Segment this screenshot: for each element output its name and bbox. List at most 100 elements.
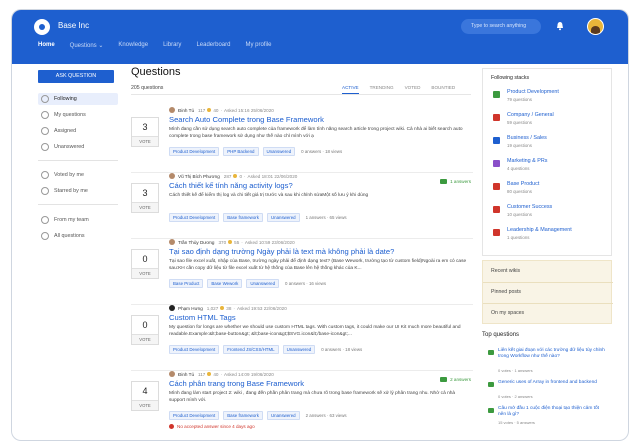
top-question-title[interactable]: Generic uses of Array in frontend and ba… <box>498 380 606 386</box>
question-title[interactable]: Cách phân trang trong Base Framework <box>169 379 304 388</box>
tag-row: Product Development PHP Backend Unanswer… <box>169 147 342 156</box>
tag[interactable]: Unanswered <box>282 345 316 354</box>
author-score: 117 <box>198 107 206 113</box>
tag[interactable]: Base Wework <box>207 279 243 288</box>
user-avatar[interactable] <box>587 18 604 35</box>
top-question-title[interactable]: Câu mở đầu 1 cuộc điện thoại tạo thiện c… <box>498 406 606 418</box>
nav-leaderboard[interactable]: Leaderboard <box>196 42 230 56</box>
sidebar-item-all-questions[interactable]: All questions <box>38 230 118 242</box>
sidebar-item-from-my-team[interactable]: From my team <box>38 214 118 226</box>
stack-item[interactable]: Company / General 59 questions <box>491 112 609 134</box>
tag[interactable]: Unanswered <box>262 147 296 156</box>
business-sales-icon <box>493 137 500 144</box>
vote-box[interactable]: 4 VOTE <box>131 381 159 411</box>
sidebar-item-my-questions[interactable]: My questions <box>38 109 118 121</box>
ask-question-button[interactable]: ASK QUESTION <box>38 70 114 83</box>
stack-name: Company / General <box>507 112 554 118</box>
answer-bubble-icon <box>440 179 448 184</box>
sidebar-item-voted-by-me[interactable]: Voted by me <box>38 169 118 181</box>
author-name[interactable]: Đinh Tú <box>178 372 194 377</box>
nav-library[interactable]: Library <box>163 42 181 56</box>
author-score: 370 <box>218 239 227 245</box>
tag[interactable]: Product Development <box>169 345 220 354</box>
sidebar-item-assigned[interactable]: Assigned <box>38 125 118 137</box>
stack-item[interactable]: Leadership & Management 1 questions <box>491 227 609 249</box>
badge-count: 40 <box>213 371 219 377</box>
answered-count: 1 answers <box>450 179 471 184</box>
author-name[interactable]: Phạm Hưng <box>178 306 203 311</box>
question-excerpt: Cách thiết kế để kiểm thị log và chi tiế… <box>169 193 369 198</box>
answer-bubble-icon <box>440 377 448 382</box>
tag[interactable]: Base framework <box>223 411 263 420</box>
tab-bountied[interactable]: BOUNTIED <box>431 85 455 94</box>
vote-box[interactable]: 3 VOTE <box>131 183 159 213</box>
stack-item[interactable]: Customer Success 10 questions <box>491 204 609 226</box>
vote-box[interactable]: 0 VOTE <box>131 315 159 345</box>
author-name[interactable]: Vũ Thị Bích Phương <box>178 174 220 179</box>
nav-my-profile[interactable]: My profile <box>245 42 271 56</box>
question-title[interactable]: Cách thiết kế tính năng activity logs? <box>169 181 293 190</box>
top-question-title[interactable]: Liên kết giai đoạn với các trường dữ liệ… <box>498 348 606 360</box>
author-name[interactable]: Trần Thùy Dương <box>178 240 214 245</box>
stack-item[interactable]: Product Development 79 questions <box>491 89 609 111</box>
stack-item[interactable]: Business / Sales 19 questions <box>491 135 609 157</box>
tag-row: Product Development Frontend JS/CSS/HTML… <box>169 345 362 354</box>
link-recent-wikis[interactable]: Recent wikis <box>491 268 520 274</box>
tag[interactable]: Unanswered <box>266 213 300 222</box>
nav-questions[interactable]: Questions ⌄ <box>70 42 104 56</box>
stack-count: 19 questions <box>507 143 532 148</box>
search-input[interactable] <box>461 19 541 34</box>
stack-count: 1 questions <box>507 235 530 240</box>
vote-box[interactable]: 3 VOTE <box>131 117 159 147</box>
author-name[interactable]: Đinh Tú <box>178 108 194 113</box>
tag[interactable]: Frontend JS/CSS/HTML <box>223 345 279 354</box>
tag-row: Product Development Base framework Unans… <box>169 213 347 222</box>
tag[interactable]: Product Development <box>169 147 220 156</box>
question-count: 205 questions <box>131 85 164 91</box>
nav-home[interactable]: Home <box>38 42 55 56</box>
sidebar-item-starred-by-me[interactable]: Starred by me <box>38 185 118 197</box>
vote-box[interactable]: 0 VOTE <box>131 249 159 279</box>
tag[interactable]: Unanswered <box>266 411 300 420</box>
question-title[interactable]: Search Auto Complete trong Base Framewor… <box>169 115 324 124</box>
tag-row: Base Product Base Wework Unanswered 0 an… <box>169 279 326 288</box>
sidebar-item-label: Assigned <box>54 128 77 134</box>
tag[interactable]: Product Development <box>169 213 220 222</box>
sidebar-item-unanswered[interactable]: Unanswered <box>38 141 118 153</box>
page-title: Questions <box>131 66 181 78</box>
marketing-icon <box>493 160 500 167</box>
nav-knowledge[interactable]: Knowledge <box>118 42 148 56</box>
customer-success-icon <box>493 206 500 213</box>
tab-voted[interactable]: VOTED <box>405 85 421 94</box>
base-logo-icon[interactable] <box>34 19 50 35</box>
stack-item[interactable]: Marketing & PRs 4 questions <box>491 158 609 180</box>
base-product-icon <box>493 183 500 190</box>
stack-item[interactable]: Base Product 80 questions <box>491 181 609 203</box>
sidebar-item-label: Unanswered <box>54 144 85 150</box>
top-question-item[interactable]: Generic uses of Array in frontend and ba… <box>482 380 612 404</box>
question-title[interactable]: Custom HTML Tags <box>169 313 236 322</box>
tag[interactable]: Base Product <box>169 279 204 288</box>
tag[interactable]: Unanswered <box>246 279 280 288</box>
bell-icon[interactable] <box>555 21 565 31</box>
gold-badge-icon <box>228 240 233 244</box>
vote-label: VOTE <box>132 334 158 344</box>
tag[interactable]: Product Development <box>169 411 220 420</box>
asked-time: Asked 10:59 23/06/2020 <box>244 239 295 245</box>
top-question-item[interactable]: Câu mở đầu 1 cuộc điện thoại tạo thiện c… <box>482 406 612 430</box>
link-pinned-posts[interactable]: Pinned posts <box>491 289 521 295</box>
no-accepted-warning: No accepted answer since 4 days ago <box>169 424 255 429</box>
sidebar-item-following[interactable]: Following <box>38 93 118 105</box>
question-title[interactable]: Tại sao định dạng trường Ngày phải là te… <box>169 247 394 256</box>
question-meta: Phạm Hưng 1,027 38 · Asked 19:53 22/06/2… <box>169 305 287 311</box>
sidebar-item-label: Voted by me <box>54 172 84 178</box>
sidebar-divider <box>38 204 118 205</box>
stack-count: 10 questions <box>507 212 532 217</box>
tab-trending[interactable]: TRENDING <box>370 85 394 94</box>
tab-active[interactable]: ACTIVE <box>342 85 359 94</box>
link-on-my-spaces[interactable]: On my spaces <box>491 310 524 316</box>
tag[interactable]: PHP Backend <box>223 147 259 156</box>
vote-label: VOTE <box>132 202 158 212</box>
tag[interactable]: Base framework <box>223 213 263 222</box>
top-question-item[interactable]: Liên kết giai đoạn với các trường dữ liệ… <box>482 348 612 373</box>
